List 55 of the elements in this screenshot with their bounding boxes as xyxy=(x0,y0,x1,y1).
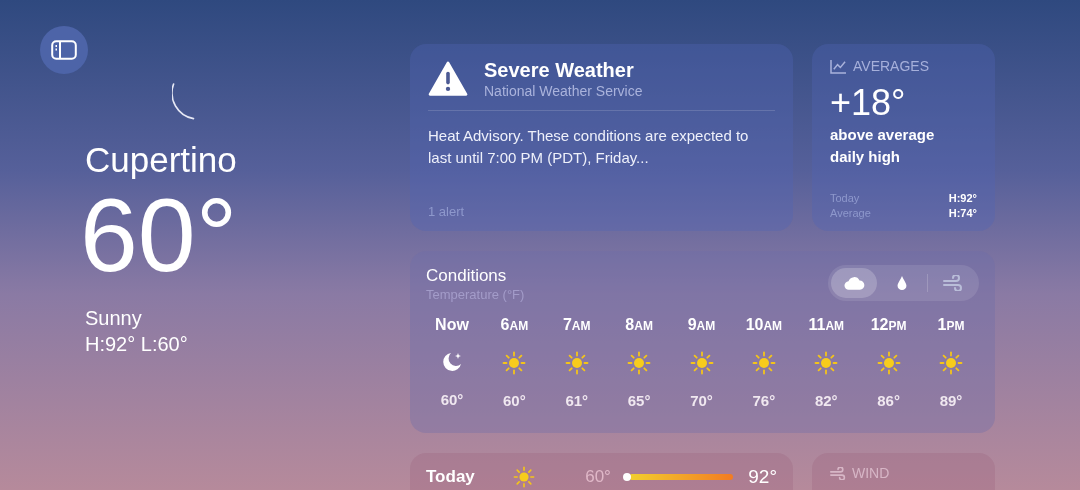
sun-icon xyxy=(502,351,527,375)
hour-label: 1PM xyxy=(937,315,965,335)
hour-temperature: 89° xyxy=(939,392,963,409)
hour-label: 6AM xyxy=(500,315,529,335)
hour-label: 11AM xyxy=(808,315,845,335)
sun-icon xyxy=(876,351,901,375)
day-label: Today xyxy=(426,467,476,487)
cloud-icon xyxy=(843,275,865,291)
hour-temperature: 65° xyxy=(627,392,651,409)
hour-temperature: 60° xyxy=(503,392,526,409)
hour-label: 8AM xyxy=(625,315,653,335)
hour-temperature: 86° xyxy=(877,392,900,409)
hour-label: 9AM xyxy=(687,315,716,335)
average-description: above average daily high xyxy=(830,125,936,167)
high-temperature: 92° xyxy=(748,466,777,488)
hour-temperature: 60° xyxy=(440,391,464,408)
hour-temperature: 76° xyxy=(752,392,776,409)
section-label-text: AVERAGES xyxy=(853,58,929,74)
alert-source: National Weather Service xyxy=(484,82,643,100)
average-difference: +18° xyxy=(830,82,907,124)
hour-temperature: 70° xyxy=(690,392,713,409)
hour-label: 10AM xyxy=(745,315,783,335)
sidebar-toggle-button[interactable] xyxy=(40,26,88,74)
wind-icon xyxy=(830,466,846,480)
hour-temperature: 82° xyxy=(814,392,838,409)
hour-label: Now xyxy=(435,315,469,335)
hour-label: 12PM xyxy=(870,315,907,335)
current-temperature-dot xyxy=(622,473,631,481)
current-temperature: 60° xyxy=(80,180,239,290)
condition-text: Sunny xyxy=(85,306,143,330)
sun-icon xyxy=(564,351,589,375)
sidebar-icon xyxy=(51,40,77,60)
alert-title: Severe Weather xyxy=(484,58,635,82)
moon-stars-icon xyxy=(440,350,464,374)
sun-icon xyxy=(814,351,839,375)
alert-text: Heat Advisory. These conditions are expected to last until 7:00 PM (PDT), Friday... xyxy=(428,126,750,168)
row-value: H:74° xyxy=(948,206,977,221)
sun-icon xyxy=(689,351,714,375)
metric-tab[interactable] xyxy=(831,268,877,298)
crescent-moon-icon xyxy=(172,82,196,121)
section-label-text: WIND xyxy=(852,465,890,481)
conditions-title: Conditions xyxy=(426,265,508,287)
city-name: Cupertino xyxy=(85,140,238,180)
sun-icon xyxy=(939,351,963,375)
low-temperature: 60° xyxy=(584,467,611,487)
row-value: H:92° xyxy=(948,191,977,206)
high-low-text: H:92° L:60° xyxy=(85,332,189,356)
warning-icon xyxy=(428,61,468,97)
sun-icon xyxy=(751,351,776,375)
sun-icon xyxy=(513,466,536,488)
chart-icon xyxy=(830,58,847,74)
hour-label: 7AM xyxy=(562,315,591,335)
sun-icon xyxy=(627,351,652,375)
wind-icon xyxy=(942,275,964,291)
hour-temperature: 61° xyxy=(565,392,589,409)
